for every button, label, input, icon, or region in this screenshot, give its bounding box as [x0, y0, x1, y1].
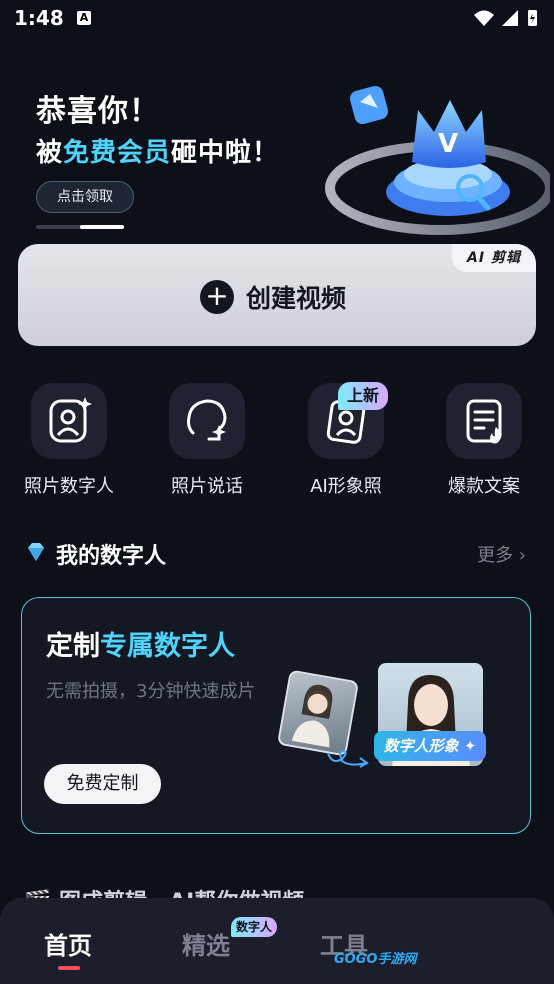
banner-subtitle: 被免费会员砸中啦！	[36, 132, 279, 169]
source-photo-thumbnail	[276, 669, 360, 757]
featured-badge: 数字人	[231, 917, 277, 937]
photo-digital-human-button[interactable]	[31, 383, 107, 459]
claim-button[interactable]: 点击领取	[36, 181, 134, 213]
feature-label-photo-talk: 照片说话	[171, 476, 243, 497]
free-customize-button[interactable]: 免费定制	[44, 764, 161, 804]
watermark: GOGO手游网	[334, 952, 417, 967]
viral-copy-button[interactable]	[446, 383, 522, 459]
wifi-icon	[474, 10, 494, 26]
card-subtitle: 无需拍摄，3分钟快速成片	[46, 681, 256, 702]
tab-featured[interactable]: 精选	[182, 926, 230, 961]
status-icons	[474, 10, 537, 26]
banner-title: 恭喜你！	[36, 94, 160, 129]
banner-subtitle-pre: 被	[36, 138, 64, 168]
card-title-highlight: 专属数字人	[100, 631, 235, 662]
create-video-label: 创建视频	[246, 284, 347, 313]
head-speak-icon	[187, 399, 227, 441]
feature-label-viral-copy: 爆款文案	[448, 476, 520, 497]
ai-edit-tag: AI 剪辑	[452, 244, 536, 272]
svg-text:V: V	[438, 129, 458, 159]
banner-subtitle-highlight: 免费会员	[63, 138, 172, 168]
notification-a-icon: A	[77, 11, 91, 25]
new-badge: 上新	[338, 382, 388, 410]
digital-human-image-tag: 数字人形象 ✦	[374, 731, 486, 761]
signal-icon	[502, 10, 518, 26]
status-time: 1:48	[14, 6, 64, 30]
portrait-sparkle-icon	[49, 397, 92, 443]
diamond-icon	[28, 543, 44, 561]
tab-home-indicator	[58, 966, 80, 970]
tab-home[interactable]: 首页	[44, 926, 92, 961]
banner-indicator-active	[80, 225, 124, 229]
feature-label-photo-digital-human: 照片数字人	[24, 476, 114, 497]
vip-crown-illustration: V	[325, 85, 550, 235]
arrow-icon	[327, 749, 369, 768]
more-link[interactable]: 更多 ›	[477, 541, 526, 567]
card-title: 定制专属数字人	[46, 624, 235, 663]
photo-talk-button[interactable]	[169, 383, 245, 459]
my-digital-human-title: 我的数字人	[56, 544, 167, 569]
document-fire-icon	[466, 399, 502, 444]
feature-label-ai-portrait: AI形象照	[310, 476, 382, 497]
plus-icon: +	[200, 280, 234, 314]
card-title-pre: 定制	[46, 631, 100, 662]
banner-page-indicator	[36, 225, 124, 229]
banner-subtitle-post: 砸中啦！	[171, 138, 280, 168]
